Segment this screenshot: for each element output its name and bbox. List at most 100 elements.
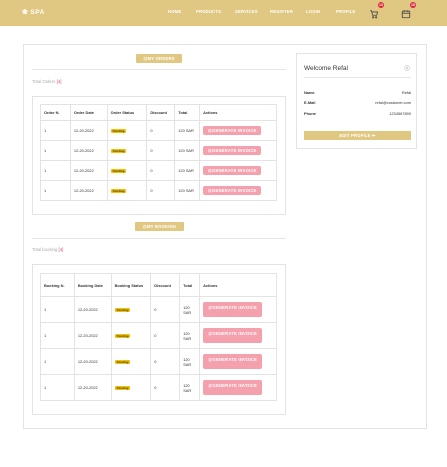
table-row: 1 12-20-2022 Pending 0 120 SAR @GENERATE… <box>40 296 277 323</box>
booking-date: 12-20-2022 <box>73 296 112 323</box>
brand-name: SPA <box>30 9 45 16</box>
nav-register[interactable]: REGISTER <box>270 9 293 14</box>
profile-name-row: Name Refal <box>304 90 411 95</box>
column-header: Booking Status <box>110 273 152 297</box>
cart-count-badge: 13 <box>378 2 384 8</box>
order-discount: 0 <box>146 140 176 161</box>
column-header: Total <box>174 104 201 121</box>
profile-divider <box>304 77 411 78</box>
welcome-title: Welcome Refal <box>304 65 348 72</box>
nav-login[interactable]: LOGIN <box>306 9 320 14</box>
booking-date: 12-20-2022 <box>73 322 112 349</box>
bookings-total: Total booking [4] <box>32 247 63 252</box>
column-header: Discount <box>150 273 181 297</box>
table-row: 1 12-20-2022 Pending 0 120 SAR @GENERATE… <box>40 322 277 349</box>
cart-button[interactable]: 13 <box>369 2 384 19</box>
status-badge: Pending <box>114 334 131 338</box>
nav-products[interactable]: PRODUCTS <box>196 9 221 14</box>
booking-number: 1 <box>40 322 75 349</box>
bookings-table: Booking N. Booking Date Booking Status D… <box>40 273 277 401</box>
order-discount: 0 <box>146 180 176 201</box>
generate-invoice-button[interactable]: @GENERATE INVOICE <box>203 186 262 195</box>
order-total: 120 SAR <box>174 140 201 161</box>
bookings-heading: @MY BOOKING <box>135 222 184 231</box>
order-discount: 0 <box>146 120 176 141</box>
orders-header-row: Order N. Order Date Order Status Discoun… <box>40 104 277 121</box>
order-number: 1 <box>40 180 71 201</box>
column-header: Order Date <box>69 104 108 121</box>
order-discount: 0 <box>146 160 176 181</box>
order-date: 12-20-2022 <box>69 140 108 161</box>
column-header: Order N. <box>40 104 71 121</box>
orders-total-label: Total Orders <box>32 79 56 84</box>
order-number: 1 <box>40 120 71 141</box>
bookings-divider <box>32 238 286 239</box>
orders-total-count: [4] <box>56 79 62 84</box>
order-date: 12-20-2022 <box>69 180 108 201</box>
profile-field-value: 1234567890 <box>389 111 411 116</box>
orders-table: Order N. Order Date Order Status Discoun… <box>40 104 277 201</box>
lotus-icon: ❀ <box>22 9 29 16</box>
bookings-total-label: Total booking <box>32 247 58 252</box>
generate-invoice-button[interactable]: @GENERATE INVOICE <box>203 126 262 135</box>
table-row: 1 12-20-2022 Pending 0 120 SAR @GENERATE… <box>40 348 277 375</box>
profile-field-value: refal@customer.com <box>375 100 411 105</box>
generate-invoice-button[interactable]: @GENERATE INVOICE <box>203 354 263 369</box>
order-number: 1 <box>40 160 71 181</box>
order-number: 1 <box>40 140 71 161</box>
nav-services[interactable]: SERVICES <box>235 9 258 14</box>
booking-discount: 0 <box>150 348 181 375</box>
brand-logo[interactable]: ❀ SPA <box>22 9 45 16</box>
booking-total: 120 SAR <box>179 322 201 349</box>
status-badge: Pending <box>110 189 127 193</box>
status-badge: Pending <box>110 129 127 133</box>
column-header: Total <box>179 273 201 297</box>
generate-invoice-button[interactable]: @GENERATE INVOICE <box>203 166 262 175</box>
table-row: 1 12-20-2022 Pending 0 120 SAR @GENERATE… <box>40 180 277 201</box>
order-total: 120 SAR <box>174 180 201 201</box>
booking-total: 120 SAR <box>179 374 201 401</box>
booking-discount: 0 <box>150 296 181 323</box>
booking-total: 120 SAR <box>179 348 201 375</box>
booking-number: 1 <box>40 374 75 401</box>
calendar-button[interactable]: 18 <box>401 2 416 19</box>
profile-email-row: E-Mail refal@customer.com <box>304 100 411 105</box>
generate-invoice-button[interactable]: @GENERATE INVOICE <box>203 380 263 395</box>
profile-field-label: Phone <box>304 111 316 116</box>
profile-field-value: Refal <box>401 90 411 95</box>
nav-profile[interactable]: PROFILE <box>336 9 356 14</box>
column-header: Actions <box>199 104 277 121</box>
calendar-count-badge: 18 <box>410 2 416 8</box>
booking-discount: 0 <box>150 322 181 349</box>
booking-total: 120 SAR <box>179 296 201 323</box>
orders-divider <box>32 69 286 70</box>
status-badge: Pending <box>114 360 131 364</box>
nav-home[interactable]: HOME <box>168 9 181 14</box>
calendar-icon <box>401 10 411 19</box>
profile-field-label: Name <box>304 90 315 95</box>
bookings-header-row: Booking N. Booking Date Booking Status D… <box>40 273 277 297</box>
status-badge: Pending <box>110 149 127 153</box>
table-row: 1 12-20-2022 Pending 0 120 SAR @GENERATE… <box>40 140 277 161</box>
table-row: 1 12-20-2022 Pending 0 120 SAR @GENERATE… <box>40 374 277 401</box>
orders-total: Total Orders [4] <box>32 79 61 84</box>
booking-number: 1 <box>40 348 75 375</box>
column-header: Actions <box>199 273 277 297</box>
order-total: 120 SAR <box>174 120 201 141</box>
cart-icon <box>370 10 379 19</box>
edit-profile-button[interactable]: EDIT PROFILE ✏ <box>304 131 411 140</box>
generate-invoice-button[interactable]: @GENERATE INVOICE <box>203 146 262 155</box>
status-badge: Pending <box>114 308 131 312</box>
user-icon <box>404 65 410 71</box>
column-header: Booking Date <box>73 273 112 297</box>
status-badge: Pending <box>110 169 127 173</box>
navbar: ❀ SPA HOME PRODUCTS SERVICES REGISTER LO… <box>0 0 447 26</box>
column-header: Discount <box>146 104 176 121</box>
generate-invoice-button[interactable]: @GENERATE INVOICE <box>203 328 263 343</box>
order-total: 120 SAR <box>174 160 201 181</box>
booking-number: 1 <box>40 296 75 323</box>
status-badge: Pending <box>114 386 131 390</box>
column-header: Booking N. <box>40 273 75 297</box>
generate-invoice-button[interactable]: @GENERATE INVOICE <box>203 302 263 317</box>
table-row: 1 12-20-2022 Pending 0 120 SAR @GENERATE… <box>40 160 277 181</box>
